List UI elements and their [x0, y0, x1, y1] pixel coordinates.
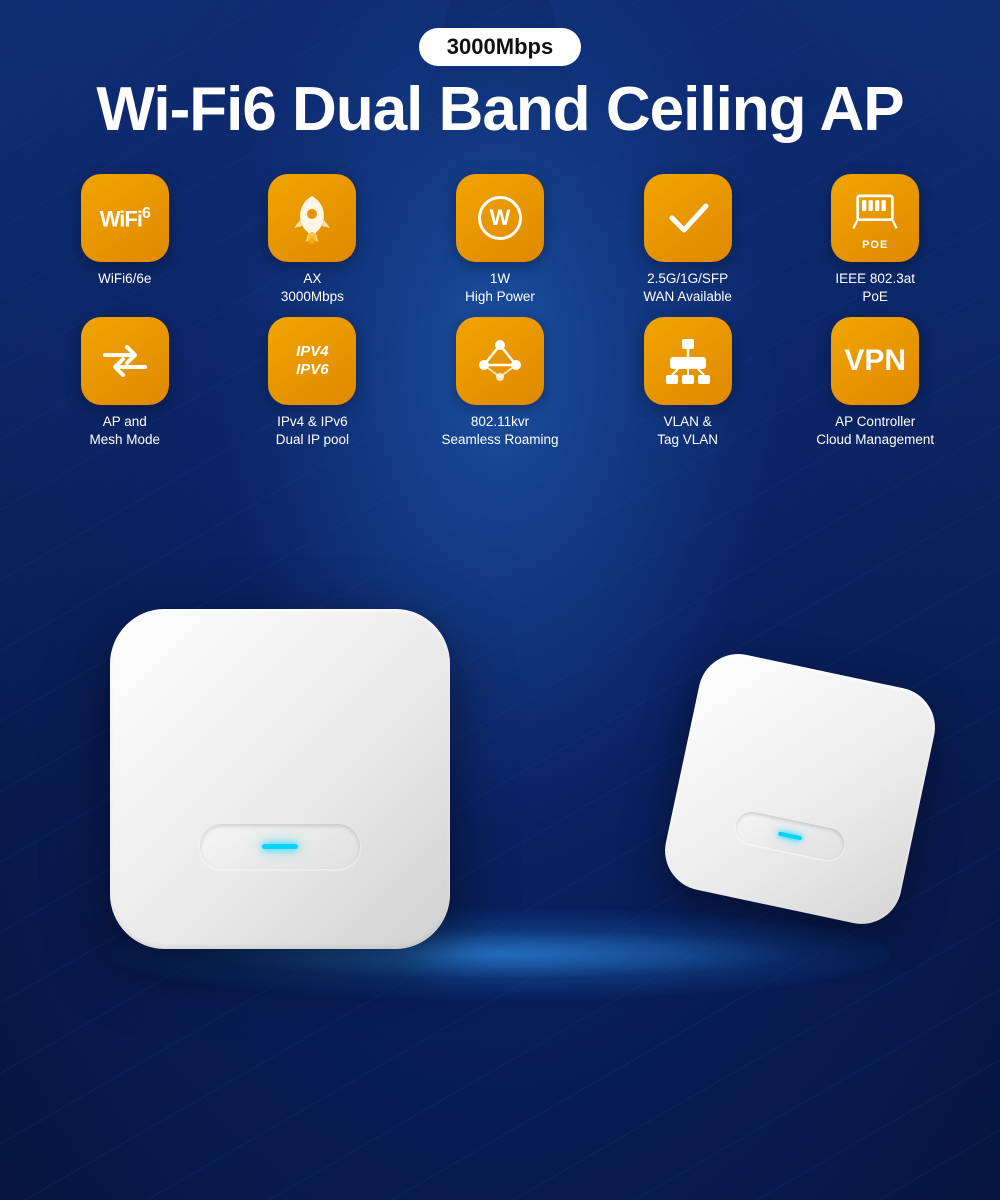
power-label: 1WHigh Power — [465, 270, 535, 306]
ipv-label: IPv4 & IPv6Dual IP pool — [276, 413, 349, 449]
ipv-icon: IPV4IPV6 — [296, 343, 329, 379]
feature-vpn: VPN AP ControllerCloud Management — [790, 317, 960, 449]
ap-device-main — [110, 609, 450, 949]
ap-button-secondary — [733, 809, 847, 863]
w-circle-icon: W — [478, 196, 522, 240]
ap-button-main — [200, 824, 360, 869]
main-title: Wi-Fi6 Dual Band Ceiling AP — [96, 76, 903, 144]
mesh-nodes-icon — [474, 335, 526, 387]
ap-led-secondary — [778, 832, 802, 841]
speed-badge: 3000Mbps — [419, 28, 581, 66]
power-icon-box: W — [456, 174, 544, 262]
feature-vlan: VLAN &Tag VLAN — [603, 317, 773, 449]
wan-label: 2.5G/1G/SFPWAN Available — [643, 270, 732, 306]
products-section — [0, 469, 1000, 1029]
vpn-icon-box: VPN — [831, 317, 919, 405]
ap-device-secondary — [658, 647, 943, 932]
feature-poe: POE IEEE 802.3atPoE — [790, 174, 960, 306]
feature-ax: AX3000Mbps — [228, 174, 398, 306]
check-icon — [662, 192, 714, 244]
wifi6-icon-box: WiFi6 — [81, 174, 169, 262]
ap-body-main — [110, 609, 450, 949]
check-icon-box — [644, 174, 732, 262]
poe-connector-icon — [849, 185, 901, 237]
rocket-icon — [286, 192, 338, 244]
feature-wifi6: WiFi6 WiFi6/6e — [40, 174, 210, 306]
arrows-icon-box — [81, 317, 169, 405]
network-switch-icon — [662, 335, 714, 387]
wifi6-label: WiFi6/6e — [98, 270, 151, 288]
features-row-2: AP andMesh Mode IPV4IPV6 IPv4 & IPv6Dual… — [40, 317, 960, 449]
wifi6-icon: WiFi6 — [100, 205, 150, 232]
feature-ap-mesh: AP andMesh Mode — [40, 317, 210, 449]
vlan-label: VLAN &Tag VLAN — [657, 413, 718, 449]
poe-label: IEEE 802.3atPoE — [835, 270, 915, 306]
ap-led-main — [262, 844, 298, 849]
feature-ipv: IPV4IPV6 IPv4 & IPv6Dual IP pool — [228, 317, 398, 449]
ipv-icon-box: IPV4IPV6 — [268, 317, 356, 405]
features-row-1: WiFi6 WiFi6/6e AX3000Mbps — [40, 174, 960, 306]
network-switch-icon-box — [644, 317, 732, 405]
mesh-nodes-icon-box — [456, 317, 544, 405]
vpn-label: AP ControllerCloud Management — [816, 413, 934, 449]
poe-icon-box: POE — [831, 174, 919, 262]
feature-roaming: 802.11kvrSeamless Roaming — [415, 317, 585, 449]
rocket-icon-box — [268, 174, 356, 262]
ap-mesh-label: AP andMesh Mode — [90, 413, 161, 449]
ax-label: AX3000Mbps — [281, 270, 344, 306]
vpn-icon: VPN — [844, 344, 906, 378]
arrows-icon — [99, 335, 151, 387]
feature-power: W 1WHigh Power — [415, 174, 585, 306]
ap-body-secondary — [658, 647, 943, 932]
feature-wan: 2.5G/1G/SFPWAN Available — [603, 174, 773, 306]
roaming-label: 802.11kvrSeamless Roaming — [441, 413, 558, 449]
